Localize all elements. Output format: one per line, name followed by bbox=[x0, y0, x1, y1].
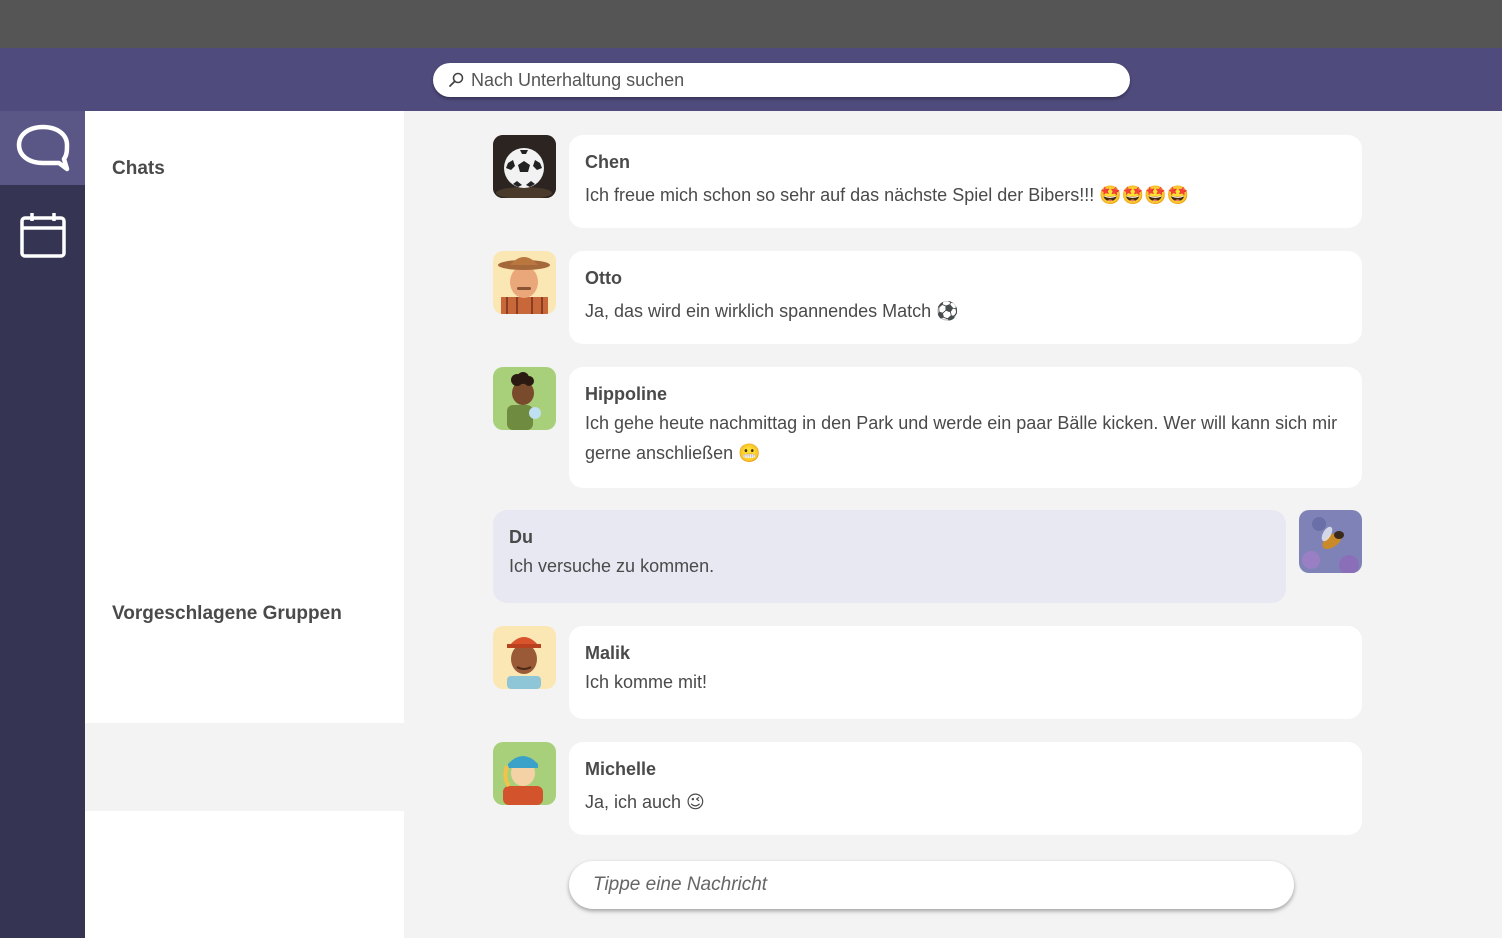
sidebar-panel: Chats Vorgeschlagene Gruppen bbox=[85, 111, 404, 938]
message-bubble: Otto Ja, das wird ein wirklich spannende… bbox=[569, 251, 1362, 344]
boy-cap-avatar[interactable] bbox=[493, 626, 556, 689]
search-bar[interactable] bbox=[433, 63, 1130, 97]
suggested-group-item[interactable] bbox=[85, 723, 404, 811]
chat-bubble-icon bbox=[16, 124, 69, 172]
message-text: Ja, das wird ein wirklich spannendes Mat… bbox=[585, 301, 959, 321]
message-author: Hippoline bbox=[585, 384, 667, 404]
message-text: Ja, ich auch 😉 bbox=[585, 792, 705, 812]
message-composer[interactable] bbox=[569, 861, 1294, 909]
message-text: Ich komme mit! bbox=[585, 672, 708, 692]
message-author: Malik bbox=[585, 643, 631, 663]
soccer-ball-avatar[interactable] bbox=[493, 135, 556, 198]
message-text: Ich versuche zu kommen. bbox=[509, 556, 715, 576]
message-bubble: Chen Ich freue mich schon so sehr auf da… bbox=[569, 135, 1362, 228]
browser-top-bar bbox=[0, 0, 1502, 48]
message-text: Ich freue mich schon so sehr auf das näc… bbox=[585, 185, 1189, 205]
chats-heading: Chats bbox=[112, 158, 165, 179]
girl-cap-avatar[interactable] bbox=[493, 742, 556, 805]
suggested-groups-heading: Vorgeschlagene Gruppen bbox=[112, 603, 342, 624]
message-author: Otto bbox=[585, 268, 622, 288]
farmer-avatar[interactable] bbox=[493, 251, 556, 314]
rail-item-calendar[interactable] bbox=[0, 199, 85, 273]
message-input[interactable] bbox=[591, 873, 1275, 897]
app-header bbox=[0, 48, 1502, 111]
nav-rail bbox=[0, 111, 85, 938]
bee-avatar[interactable] bbox=[1299, 510, 1362, 573]
search-input[interactable] bbox=[469, 68, 1073, 92]
message-bubble-own: Du Ich versuche zu kommen. bbox=[493, 510, 1286, 603]
message-author: Michelle bbox=[585, 759, 657, 779]
calendar-icon bbox=[19, 213, 66, 258]
message-bubble: Hippoline Ich gehe heute nachmittag in d… bbox=[569, 367, 1362, 488]
search-icon bbox=[449, 72, 464, 87]
hiker-avatar[interactable] bbox=[493, 367, 556, 430]
message-text: Ich gehe heute nachmittag in den Park un… bbox=[585, 413, 1338, 463]
rail-item-chats[interactable] bbox=[0, 111, 85, 185]
message-bubble: Malik Ich komme mit! bbox=[569, 626, 1362, 719]
message-author: Chen bbox=[585, 152, 630, 172]
message-bubble: Michelle Ja, ich auch 😉 bbox=[569, 742, 1362, 835]
message-author: Du bbox=[509, 527, 533, 547]
